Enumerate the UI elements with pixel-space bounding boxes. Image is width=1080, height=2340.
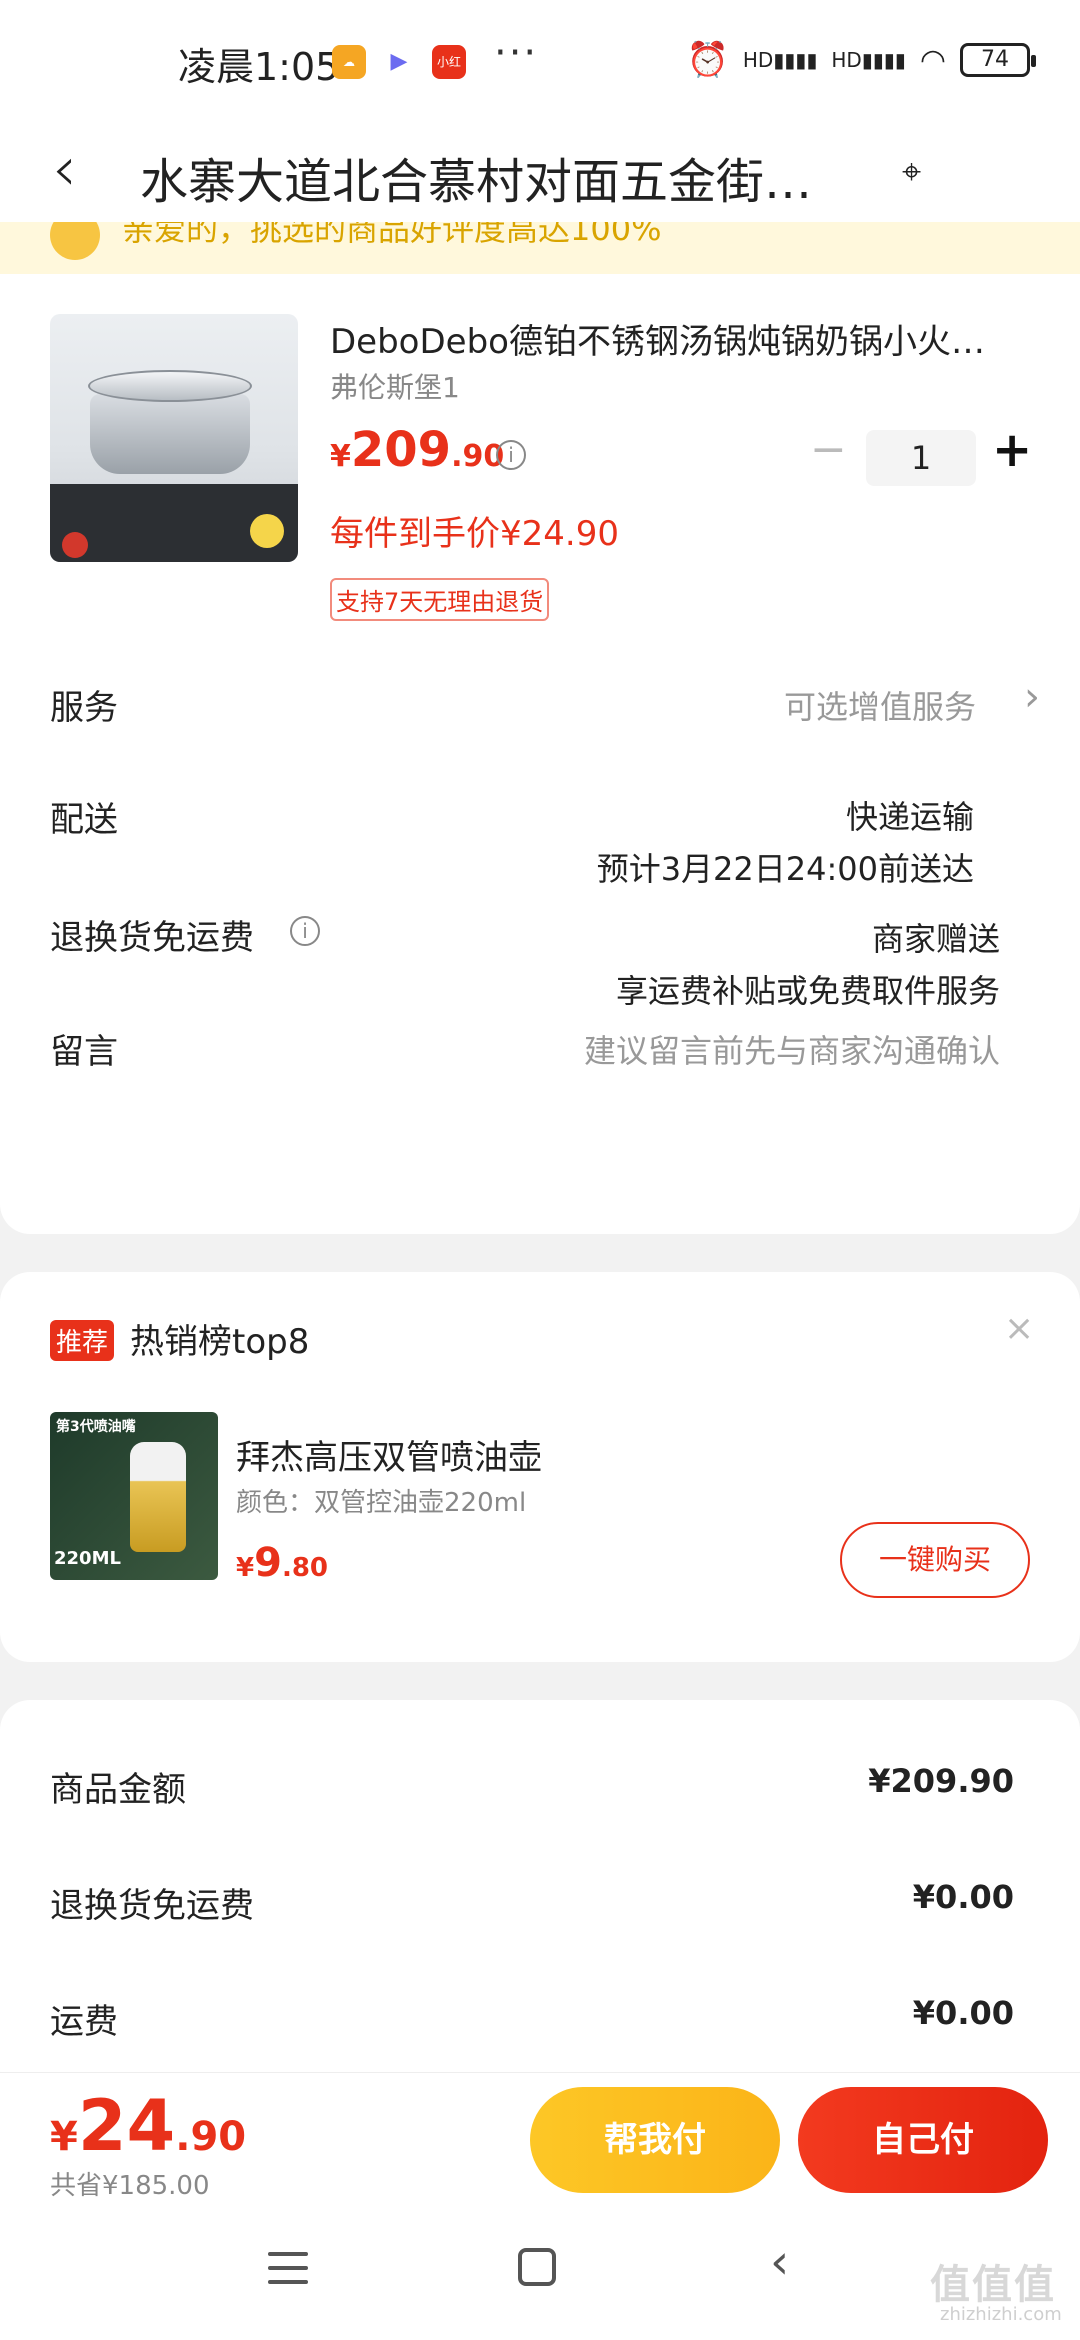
one-click-buy-button[interactable]: 一键购买 xyxy=(840,1522,1030,1598)
back-icon[interactable]: ‹ xyxy=(52,132,77,205)
delivery-label: 配送 xyxy=(50,800,118,840)
return-info-icon[interactable]: i xyxy=(290,916,320,946)
header: ‹ 水寨大道北合慕村对面五金街… ⌖ xyxy=(0,120,1080,230)
recommend-image[interactable]: 第3代喷油嘴 220ML xyxy=(50,1412,218,1580)
tomato-shape xyxy=(62,532,88,558)
shipping-label: 运费 xyxy=(50,2002,118,2042)
product-spec[interactable]: 弗伦斯堡1 xyxy=(330,366,460,406)
goods-amount-value: ¥209.90 xyxy=(868,1762,1014,1800)
system-nav-bar: ‹ 值值值 zhizhizhi.com xyxy=(0,2212,1080,2340)
recommend-image-volume: 220ML xyxy=(54,1548,121,1569)
weather-app-icon: ☁ xyxy=(332,45,366,79)
goods-amount-label: 商品金额 xyxy=(50,1770,186,1810)
rec-price-dec: .80 xyxy=(281,1553,328,1583)
rec-price-int: 9 xyxy=(254,1540,282,1586)
recommend-item-spec: 颜色：双管控油壶220ml xyxy=(236,1488,527,1518)
price-info-icon[interactable]: i xyxy=(496,440,526,470)
qty-plus-button[interactable]: + xyxy=(992,422,1032,478)
nav-back-icon[interactable]: ‹ xyxy=(770,2234,789,2290)
rec-price-currency: ¥ xyxy=(236,1553,255,1583)
recommend-tag: 推荐 xyxy=(50,1320,115,1361)
product-price: ¥209.90 xyxy=(330,422,504,478)
note-input[interactable]: 建议留言前先与商家沟通确认 xyxy=(584,1026,1000,1072)
close-icon[interactable]: × xyxy=(1004,1308,1034,1349)
deal-price: 每件到手价¥24.90 xyxy=(330,514,619,554)
pot-shape xyxy=(90,394,250,474)
signal-icon-1: HD▮▮▮▮ xyxy=(742,48,818,72)
price-currency: ¥ xyxy=(330,439,351,474)
signal-icon-2: HD▮▮▮▮ xyxy=(831,48,906,72)
recommend-item-name[interactable]: 拜杰高压双管喷油壶 xyxy=(236,1430,542,1479)
return-shipping-label: 退换货免运费 xyxy=(50,918,254,958)
price-int: 209 xyxy=(350,422,452,478)
summary-return-value: ¥0.00 xyxy=(912,1878,1014,1916)
service-label: 服务 xyxy=(50,688,118,728)
status-right: ⏰ HD▮▮▮▮ HD▮▮▮▮ ◠ 74 xyxy=(686,40,1036,80)
return-badge: 支持7天无理由退货 xyxy=(330,578,550,621)
battery-icon: 74 xyxy=(960,43,1036,77)
return-shipping-desc: 享运费补贴或免费取件服务 xyxy=(615,972,1000,1010)
address-title[interactable]: 水寨大道北合慕村对面五金街… xyxy=(140,142,860,212)
watermark-logo: 值值值 xyxy=(930,2262,1056,2308)
return-shipping-value: 商家赠送 xyxy=(871,920,1000,958)
saved-amount: 共省¥185.00 xyxy=(50,2171,210,2201)
oil-bottle-shape xyxy=(130,1442,186,1552)
shop-app-icon: 小红书 xyxy=(432,45,466,103)
order-card: DeboDebo德铂不锈钢汤锅炖锅奶锅小火… 弗伦斯堡1 ¥209.90 i 每… xyxy=(0,274,1080,1234)
lemon-shape xyxy=(250,514,284,548)
watermark-site: zhizhizhi.com xyxy=(940,2304,1062,2325)
service-value[interactable]: 可选增值服务 xyxy=(784,682,976,728)
recommend-title: 热销榜top8 xyxy=(130,1322,310,1362)
notice-text: 亲爱的，挑选的商品好评度高达100% xyxy=(122,222,662,248)
summary-card: 商品金额 ¥209.90 退换货免运费 ¥0.00 运费 ¥0.00 xyxy=(0,1700,1080,2100)
chevron-right-icon[interactable]: › xyxy=(1024,674,1040,720)
qty-minus-button[interactable]: − xyxy=(810,424,847,475)
self-pay-button[interactable]: 自己付 xyxy=(798,2087,1048,2193)
notice-banner: 亲爱的，挑选的商品好评度高达100% xyxy=(0,222,1080,274)
help-pay-button[interactable]: 帮我付 xyxy=(530,2087,780,2193)
total-int: 24 xyxy=(77,2085,176,2167)
recommend-price: ¥9.80 xyxy=(236,1540,328,1586)
pot-lid-shape xyxy=(88,370,252,402)
product-name[interactable]: DeboDebo德铂不锈钢汤锅炖锅奶锅小火… xyxy=(330,314,1020,363)
total-currency: ¥ xyxy=(50,2114,78,2160)
summary-return-label: 退换货免运费 xyxy=(50,1886,254,1926)
location-icon[interactable]: ⌖ xyxy=(902,152,921,192)
total-price: ¥24.90 xyxy=(50,2085,246,2167)
pay-bar: ¥24.90 共省¥185.00 帮我付 自己付 xyxy=(0,2072,1080,2212)
product-image[interactable] xyxy=(50,314,298,562)
video-app-icon: ▶ xyxy=(382,45,416,79)
menu-icon[interactable] xyxy=(268,2252,308,2284)
status-bar: 凌晨1:05 ☁ ▶ 小红书 ··· ⏰ HD▮▮▮▮ HD▮▮▮▮ ◠ 74 xyxy=(0,0,1080,120)
total-dec: .90 xyxy=(175,2114,247,2160)
quantity-field[interactable]: 1 xyxy=(866,430,976,486)
wifi-icon: ◠ xyxy=(919,42,946,78)
delivery-eta: 预计3月22日24:00前送达 xyxy=(596,850,974,888)
alarm-icon: ⏰ xyxy=(686,40,729,80)
smile-icon xyxy=(50,222,100,260)
home-icon[interactable] xyxy=(518,2248,556,2286)
delivery-method: 快递运输 xyxy=(845,798,974,836)
recommend-card: 推荐 热销榜top8 × 第3代喷油嘴 220ML 拜杰高压双管喷油壶 颜色：双… xyxy=(0,1272,1080,1662)
more-notifications-icon: ··· xyxy=(494,30,539,76)
recommend-image-caption: 第3代喷油嘴 xyxy=(56,1419,136,1435)
status-time: 凌晨1:05 xyxy=(178,45,340,89)
note-label: 留言 xyxy=(50,1032,118,1072)
shipping-value: ¥0.00 xyxy=(912,1994,1014,2032)
